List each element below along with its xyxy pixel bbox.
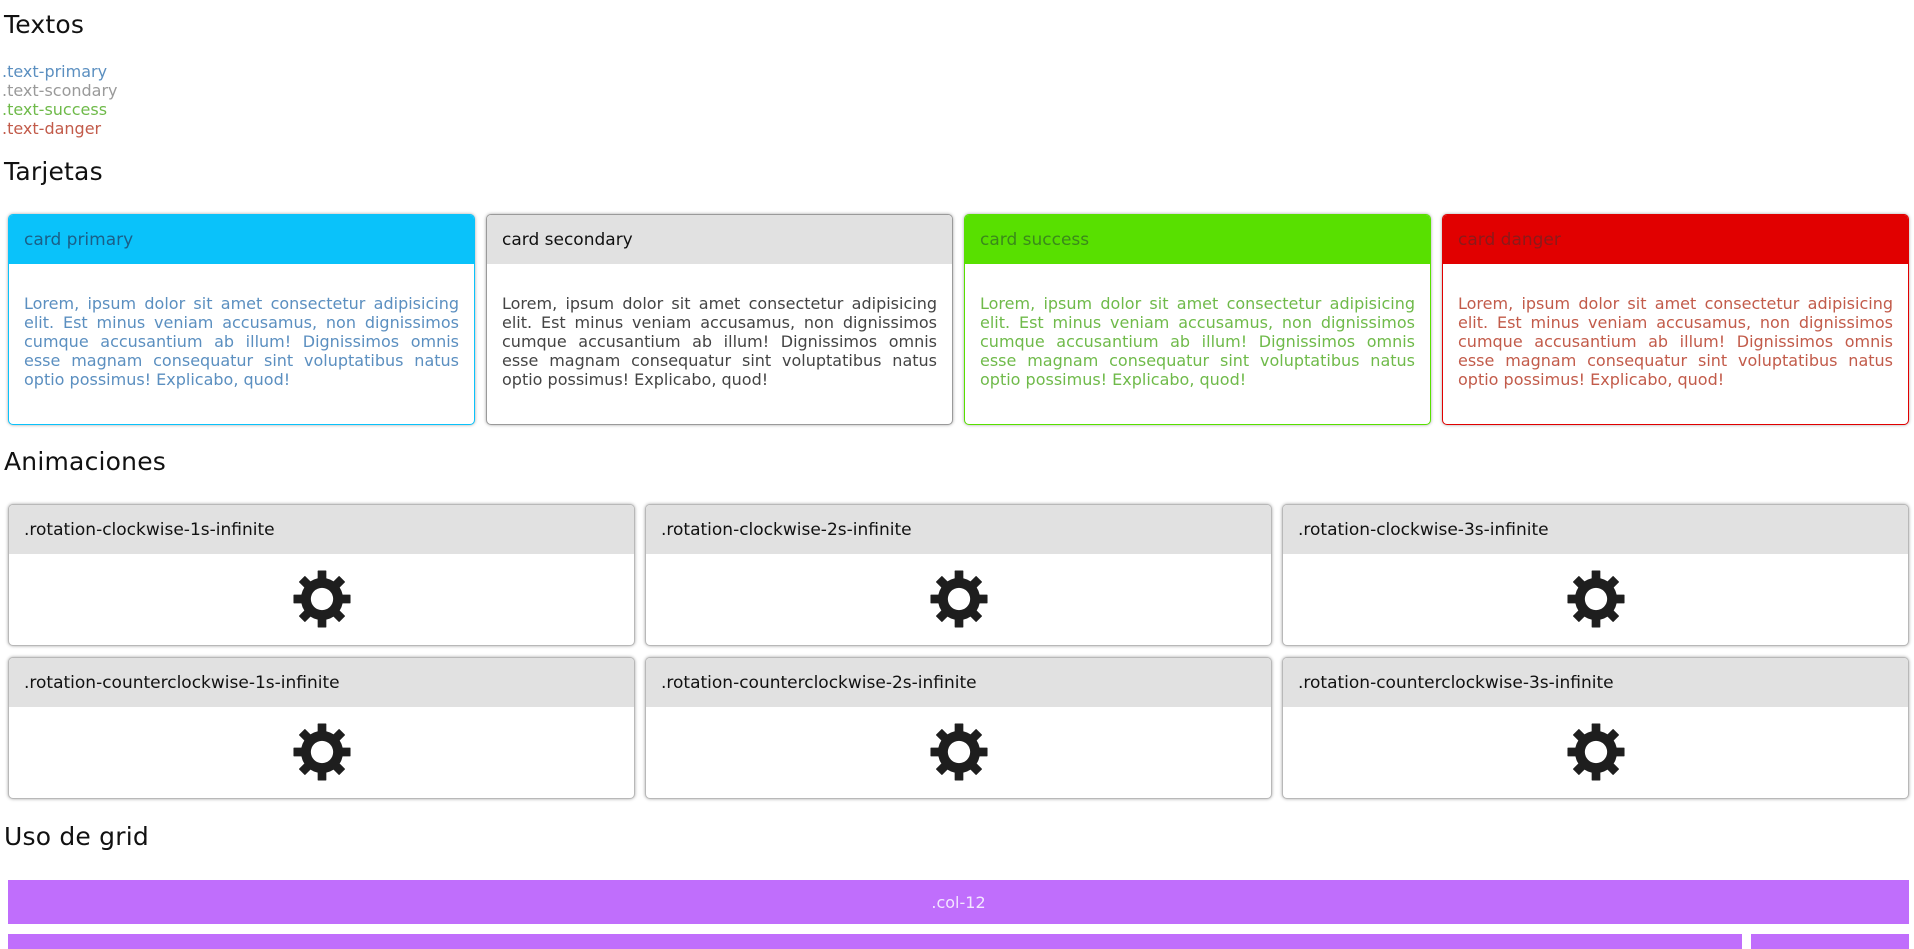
card-body: Lorem, ipsum dolor sit amet consectetur … (24, 294, 459, 389)
card-body: Lorem, ipsum dolor sit amet consectetur … (980, 294, 1415, 389)
animation-card-header: .rotation-counterclockwise-3s-infinite (1283, 658, 1908, 707)
gear-icon (291, 568, 353, 630)
section-heading-tarjetas: Tarjetas (4, 157, 103, 186)
gear-icon (1565, 721, 1627, 783)
animation-card-header: .rotation-clockwise-2s-infinite (646, 505, 1271, 554)
animation-card-header: .rotation-counterclockwise-2s-infinite (646, 658, 1271, 707)
animation-card-counterclockwise-2s: .rotation-counterclockwise-2s-infinite (645, 657, 1272, 799)
grid-col-11: .col-11 (8, 934, 1742, 949)
gear-icon (1565, 568, 1627, 630)
text-sample-primary: .text-primary (2, 62, 108, 81)
section-heading-animaciones: Animaciones (4, 447, 167, 476)
animation-card-counterclockwise-1s: .rotation-counterclockwise-1s-infinite (8, 657, 635, 799)
text-samples-list: .text-primary .text-scondary .text-succe… (2, 62, 118, 138)
animation-card-header: .rotation-clockwise-1s-infinite (9, 505, 634, 554)
animation-card-clockwise-2s: .rotation-clockwise-2s-infinite (645, 504, 1272, 646)
text-sample-secondary: .text-scondary (2, 81, 118, 100)
grid-col-12: .col-12 (8, 880, 1909, 924)
animation-card-clockwise-3s: .rotation-clockwise-3s-infinite (1282, 504, 1909, 646)
gear-icon (291, 721, 353, 783)
page: Textos .text-primary .text-scondary .tex… (0, 0, 1914, 949)
section-heading-grid: Uso de grid (4, 822, 149, 851)
animation-card-clockwise-1s: .rotation-clockwise-1s-infinite (8, 504, 635, 646)
text-sample-success: .text-success (2, 100, 108, 119)
animation-card-header: .rotation-counterclockwise-1s-infinite (9, 658, 634, 707)
section-heading-textos: Textos (4, 10, 85, 39)
animation-card-counterclockwise-3s: .rotation-counterclockwise-3s-infinite (1282, 657, 1909, 799)
card-header: card success (965, 215, 1430, 264)
card-secondary: card secondary Lorem, ipsum dolor sit am… (486, 214, 953, 425)
animation-card-header: .rotation-clockwise-3s-infinite (1283, 505, 1908, 554)
gear-icon (928, 568, 990, 630)
card-danger: card danger Lorem, ipsum dolor sit amet … (1442, 214, 1909, 425)
card-header: card secondary (487, 215, 952, 264)
gear-icon (928, 721, 990, 783)
card-header: card danger (1443, 215, 1908, 264)
card-success: card success Lorem, ipsum dolor sit amet… (964, 214, 1431, 425)
card-primary: card primary Lorem, ipsum dolor sit amet… (8, 214, 475, 425)
text-sample-danger: .text-danger (2, 119, 102, 138)
card-header: card primary (9, 215, 474, 264)
grid-col-1: .col-1 (1751, 934, 1909, 949)
card-body: Lorem, ipsum dolor sit amet consectetur … (1458, 294, 1893, 389)
card-body: Lorem, ipsum dolor sit amet consectetur … (502, 294, 937, 389)
